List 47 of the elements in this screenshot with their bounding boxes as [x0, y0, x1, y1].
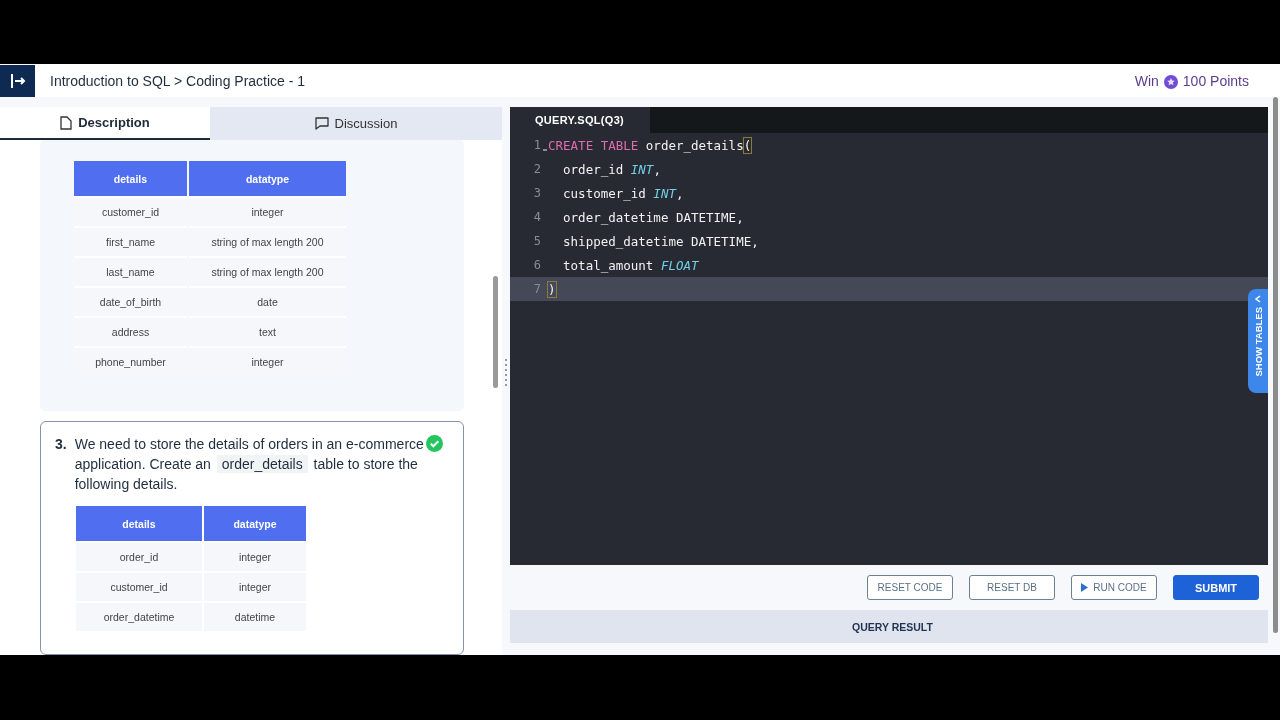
code-line: shipped_datetime DATETIME, [562, 233, 759, 249]
panel-tab[interactable]: Discussion [210, 107, 502, 140]
scrollbar-thumb[interactable] [493, 276, 498, 388]
submit-button[interactable]: SUBMIT [1173, 575, 1259, 600]
table-cell: datetime [204, 601, 306, 631]
column-header: details [74, 161, 187, 196]
breadcrumb: Introduction to SQL > Coding Practice - 1 [50, 72, 306, 89]
line-number: 4 [533, 210, 541, 224]
line-number: 7 [533, 282, 541, 296]
column-header: datatype [189, 161, 346, 196]
chat-bubble-icon [314, 117, 329, 130]
scrollbar-thumb[interactable] [1273, 97, 1278, 633]
chevron-left-icon [1254, 295, 1262, 303]
question-text: We need to store the details of orders in an e-commerce application. Create an order_details table to store the following details. [74, 435, 425, 494]
document-icon [60, 115, 73, 130]
code-line: order_datetime DATETIME, [562, 209, 744, 225]
show-tables-tab[interactable]: SHOW TABLES [1248, 289, 1268, 393]
logo-button[interactable] [0, 64, 35, 97]
table-cell: integer [204, 541, 306, 571]
action-button[interactable]: RUN CODE [1071, 575, 1157, 600]
line-number: 3 [533, 186, 541, 200]
reward-points: 100 Points [1182, 72, 1249, 89]
column-header: datatype [204, 506, 306, 541]
file-tab[interactable]: QUERY.SQL(Q3) [510, 107, 650, 133]
table-cell: customer_id [76, 571, 202, 601]
code-line: ) [548, 281, 556, 297]
code-line: customer_id INT, [562, 185, 684, 201]
collapse-arrow-icon [9, 72, 26, 89]
line-number: 5 [533, 234, 541, 248]
table-cell: integer [204, 571, 306, 601]
action-button[interactable]: RESET CODE [867, 575, 953, 600]
reward-label: Win [1134, 72, 1159, 89]
code-line: order_id INT, [562, 161, 661, 177]
code-line: CREATE TABLE order_details( [548, 137, 752, 153]
table-cell: order_datetime [76, 601, 202, 631]
line-number: 2 [533, 162, 541, 176]
fold-marker[interactable] [543, 149, 547, 151]
line-number: 6 [533, 258, 541, 272]
line-number: 1 [533, 138, 541, 152]
column-header: details [76, 506, 202, 541]
table-cell: order_id [76, 541, 202, 571]
play-icon [1081, 583, 1089, 592]
action-button[interactable]: RESET DB [969, 575, 1055, 600]
query-result-bar[interactable]: QUERY RESULT [510, 610, 1268, 643]
question-number: 3. [55, 435, 67, 454]
code-line: total_amount FLOAT [562, 257, 699, 273]
star-coin-icon [1163, 75, 1178, 89]
